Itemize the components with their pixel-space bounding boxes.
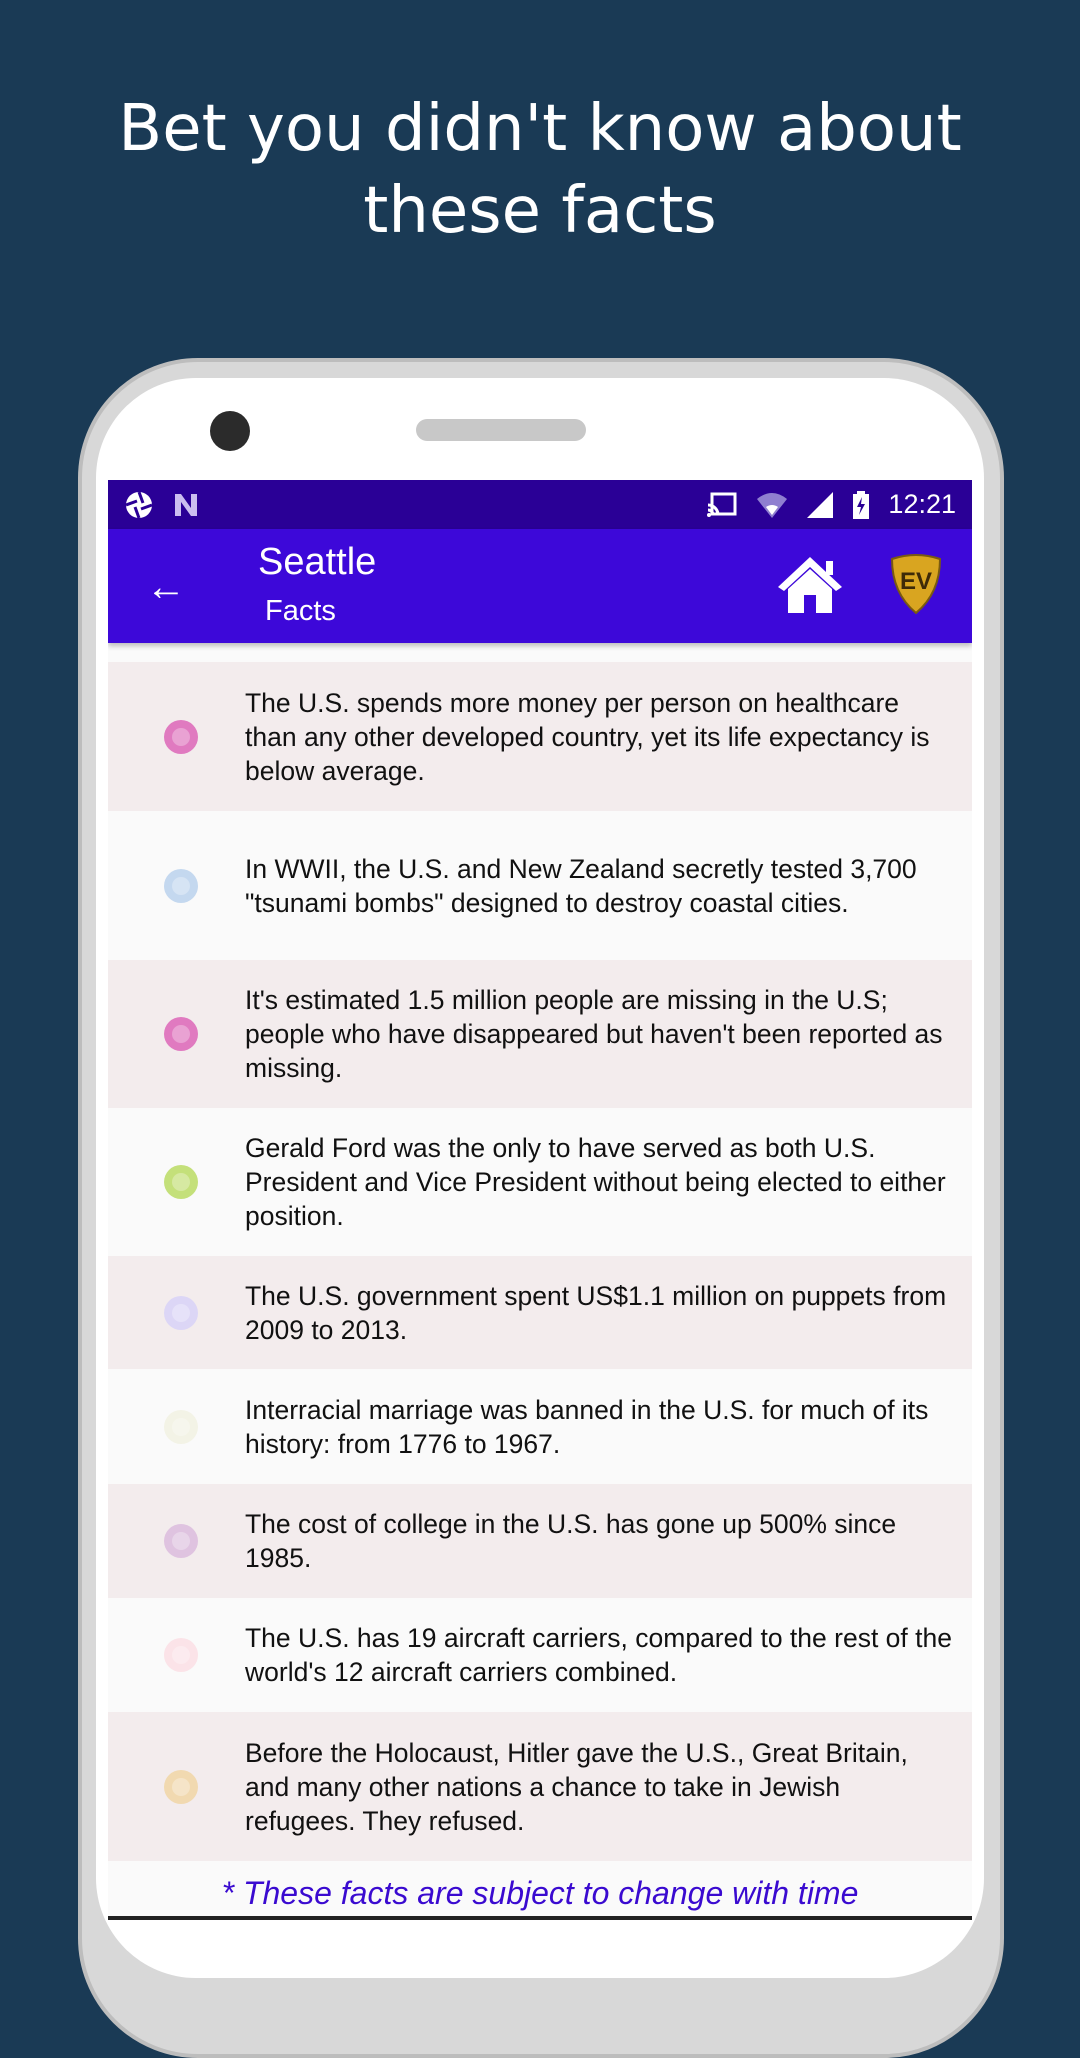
fact-text: The U.S. spends more money per person on…	[245, 687, 930, 786]
signal-icon	[807, 491, 834, 518]
n-icon	[175, 493, 197, 516]
fact-text: The U.S. government spent US$1.1 million…	[245, 1280, 947, 1345]
promo-headline: Bet you didn't know about these facts	[0, 88, 1080, 252]
cast-icon	[707, 492, 737, 517]
app-bar: ← Seattle Facts EV	[108, 529, 972, 643]
phone-camera	[210, 411, 250, 451]
bullet-dot-icon	[164, 1409, 198, 1444]
fact-list-item[interactable]: Gerald Ford was the only to have served …	[108, 1108, 972, 1256]
fact-list-item[interactable]: The U.S. has 19 aircraft carriers, compa…	[108, 1598, 972, 1712]
bullet-dot-icon	[164, 1524, 198, 1558]
ev-logo-icon[interactable]: EV	[888, 553, 944, 615]
bullet-dot-icon	[164, 1295, 198, 1330]
fact-list-item[interactable]: Interracial marriage was banned in the U…	[108, 1369, 972, 1484]
aperture-icon	[125, 490, 153, 519]
page-subtitle: Facts	[265, 595, 336, 627]
bullet-dot-icon	[164, 719, 198, 754]
home-icon[interactable]	[776, 553, 844, 615]
svg-text:EV: EV	[900, 568, 932, 595]
phone-screen: 12:21 ← Seattle Facts EV The U.S. spends…	[108, 480, 972, 1920]
fact-text: The U.S. has 19 aircraft carriers, compa…	[245, 1623, 952, 1687]
bullet-dot-icon	[164, 1165, 198, 1199]
fact-list-item[interactable]: In WWII, the U.S. and New Zealand secret…	[108, 811, 972, 960]
page-title: Seattle	[258, 541, 377, 583]
bullet-dot-icon	[164, 868, 198, 903]
status-bar: 12:21	[108, 480, 972, 529]
phone-speaker	[416, 419, 586, 441]
bullet-dot-icon	[164, 1769, 198, 1804]
fact-text: In WWII, the U.S. and New Zealand secret…	[245, 853, 917, 918]
fact-text: Before the Holocaust, Hitler gave the U.…	[245, 1737, 908, 1836]
divider	[108, 1916, 972, 1920]
disclaimer-text: * These facts are subject to change with…	[221, 1875, 859, 1911]
status-time: 12:21	[888, 489, 956, 519]
fact-text: The cost of college in the U.S. has gone…	[245, 1509, 897, 1573]
fact-list-item[interactable]: Before the Holocaust, Hitler gave the U.…	[108, 1712, 972, 1861]
fact-list-item[interactable]: The cost of college in the U.S. has gone…	[108, 1484, 972, 1598]
headline-line-2: these facts	[363, 174, 717, 248]
fact-list-item[interactable]: The U.S. government spent US$1.1 million…	[108, 1256, 972, 1369]
battery-charging-icon	[853, 490, 870, 519]
fact-text: Interracial marriage was banned in the U…	[245, 1394, 929, 1459]
wifi-icon	[757, 492, 788, 518]
bullet-dot-icon	[164, 1638, 198, 1672]
headline-line-1: Bet you didn't know about	[118, 92, 962, 166]
facts-list: The U.S. spends more money per person on…	[108, 662, 972, 1861]
fact-text: It's estimated 1.5 million people are mi…	[245, 985, 943, 1083]
bullet-dot-icon	[164, 1017, 198, 1051]
fact-list-item[interactable]: The U.S. spends more money per person on…	[108, 662, 972, 811]
fact-text: Gerald Ford was the only to have served …	[245, 1133, 946, 1231]
back-arrow-icon[interactable]: ←	[146, 565, 186, 610]
fact-list-item[interactable]: It's estimated 1.5 million people are mi…	[108, 960, 972, 1108]
